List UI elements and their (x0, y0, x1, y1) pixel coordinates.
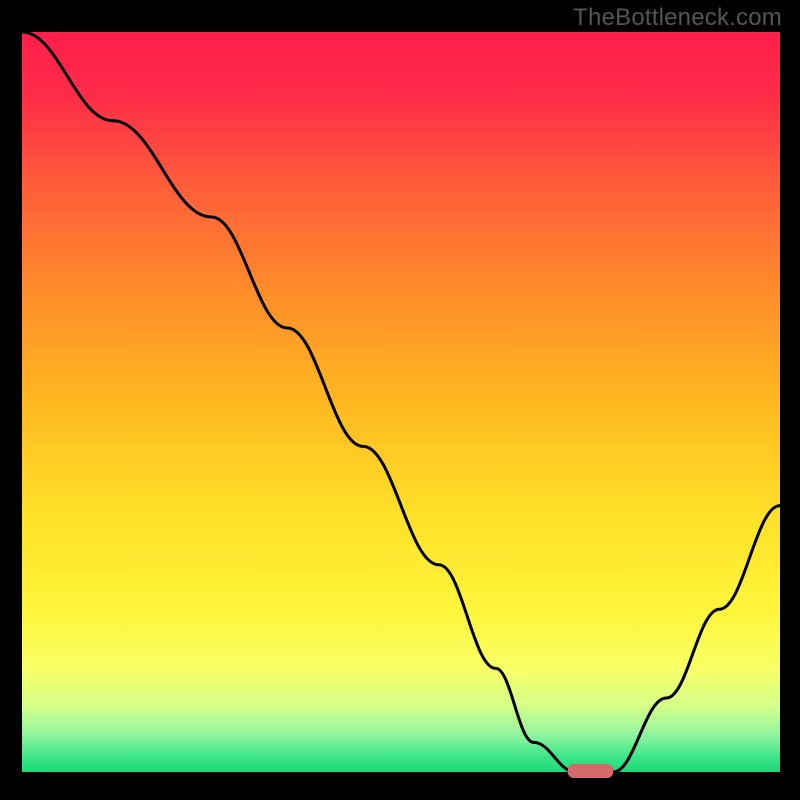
bottleneck-chart (0, 0, 800, 800)
gradient-background (22, 32, 780, 772)
chart-container: TheBottleneck.com (0, 0, 800, 800)
optimal-marker (568, 764, 613, 778)
watermark-label: TheBottleneck.com (573, 4, 782, 32)
